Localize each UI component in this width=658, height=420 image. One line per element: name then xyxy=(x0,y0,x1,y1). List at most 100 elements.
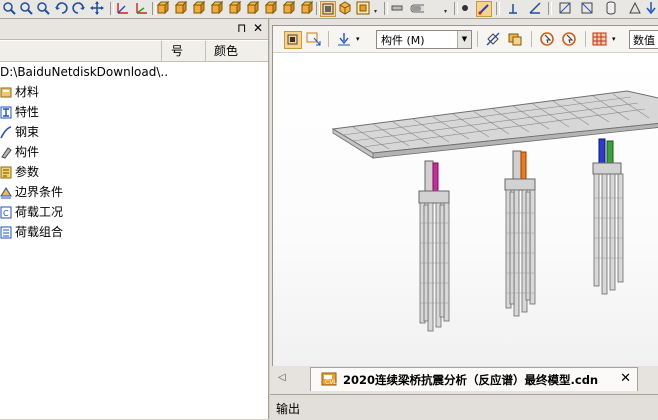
chevron-down-icon[interactable]: ▾ xyxy=(374,9,380,15)
value-display-field[interactable]: 数值 xyxy=(629,30,658,49)
perspective-icon[interactable] xyxy=(356,1,370,15)
view-right-icon[interactable] xyxy=(210,1,224,15)
view-type-select[interactable]: 构件 (M) ▼ xyxy=(376,30,472,49)
output-label: 输出 xyxy=(276,402,301,416)
chevron-down-icon[interactable]: ▾ xyxy=(356,31,364,47)
support-filter-icon[interactable] xyxy=(336,31,352,47)
tree-item-label: 边界条件 xyxy=(15,185,64,199)
panel-title-bar: ⊓ ✕ xyxy=(0,19,268,40)
toolbar-separator xyxy=(328,31,329,47)
rotate-right-icon[interactable] xyxy=(72,1,86,15)
tree-item-label: 荷载组合 xyxy=(15,225,64,239)
zoom-window-icon[interactable] xyxy=(2,1,16,15)
view-top-icon[interactable] xyxy=(228,1,242,15)
render-mode-icon[interactable] xyxy=(320,1,336,17)
close-icon[interactable]: ✕ xyxy=(620,371,631,386)
axis-xy-icon[interactable] xyxy=(116,1,130,15)
grid-icon[interactable] xyxy=(592,31,608,47)
tree-item-label: 材料 xyxy=(15,85,40,99)
zoom-in-icon[interactable] xyxy=(19,1,33,15)
select-mode-icon[interactable] xyxy=(284,31,302,49)
tree-item-label: 参数 xyxy=(15,165,40,179)
column-divider xyxy=(205,41,206,61)
element-display-icon[interactable] xyxy=(476,1,492,17)
svg-text:C: C xyxy=(3,209,9,218)
document-tab[interactable]: CVL 2020连续梁桥抗震分析（反应谱）最终模型.cdn ✕ xyxy=(310,367,638,391)
view-toolbar: ▾ 构件 (M) ▼ ▾ 数值 xyxy=(273,26,658,53)
column-divider xyxy=(161,41,162,61)
toolbar-separator xyxy=(477,31,478,47)
local-axis-icon[interactable] xyxy=(506,1,520,15)
parameters-icon xyxy=(0,165,12,179)
tree-root-path: D:\BaiduNetdiskDownload\.. xyxy=(0,65,169,79)
tree-item-label: 构件 xyxy=(15,145,40,159)
svg-text:CVL: CVL xyxy=(325,379,337,386)
column-header-number[interactable]: 号 xyxy=(171,43,183,59)
tendon-icon xyxy=(0,125,12,139)
tree-item-label: 特性 xyxy=(15,105,40,119)
view-front-icon[interactable] xyxy=(156,1,170,15)
document-file-icon: CVL xyxy=(321,371,337,390)
solid-box-icon[interactable] xyxy=(338,1,352,15)
value-display-label: 数值 xyxy=(633,34,655,47)
show-all-icon[interactable] xyxy=(507,31,523,47)
toolbar-separator xyxy=(585,31,586,47)
rotate-left-icon[interactable] xyxy=(54,1,68,15)
pier-3 xyxy=(592,138,624,295)
section-shape-2-icon[interactable] xyxy=(580,1,594,15)
output-panel-bar[interactable]: 输出 xyxy=(270,394,658,420)
pier-2 xyxy=(504,150,536,317)
shrink-element-icon[interactable] xyxy=(390,1,404,15)
pier-1 xyxy=(418,160,450,332)
tree-item-label: 荷载工况 xyxy=(15,205,64,219)
materials-icon xyxy=(0,85,12,98)
bridge-model-drawing xyxy=(331,90,658,332)
section-shape-icon[interactable] xyxy=(558,1,572,15)
model-view-window: ▾ 构件 (M) ▼ ▾ 数值 xyxy=(272,25,658,367)
load-case-icon: C xyxy=(0,205,12,219)
chevron-down-icon[interactable]: ▾ xyxy=(444,9,450,15)
axis-z-icon[interactable] xyxy=(134,1,148,15)
display-toggle-icon[interactable] xyxy=(410,1,424,15)
toolbar-separator xyxy=(496,2,500,15)
boundary-icon xyxy=(0,185,12,199)
select-window-icon[interactable] xyxy=(306,31,322,47)
column-header-color[interactable]: 颜色 xyxy=(214,43,238,59)
deactivate-icon[interactable] xyxy=(561,31,577,47)
view-left-icon[interactable] xyxy=(192,1,206,15)
toolbar-separator xyxy=(548,2,552,15)
3d-model-viewport[interactable] xyxy=(273,53,658,366)
view-type-select-value: 构件 (M) xyxy=(381,34,425,47)
document-tab-label: 2020连续梁桥抗震分析（反应谱）最终模型.cdn xyxy=(343,373,599,387)
toolbar-separator xyxy=(110,2,114,15)
chevron-down-icon[interactable]: ▼ xyxy=(457,31,471,48)
chevron-down-icon[interactable]: ▾ xyxy=(612,31,620,47)
tab-scroll-left-icon[interactable]: ◁ xyxy=(278,372,286,383)
support-icon[interactable] xyxy=(628,1,642,15)
member-icon xyxy=(0,145,12,159)
view-bottom-icon[interactable] xyxy=(246,1,260,15)
arrow-down-icon[interactable] xyxy=(644,1,658,15)
load-combination-icon xyxy=(0,225,12,239)
cylinder-icon[interactable] xyxy=(604,1,618,15)
view-iso-3-icon[interactable] xyxy=(300,1,314,15)
model-tree-panel: ⊓ ✕ 号 颜色 D:\BaiduNetdiskDownload\.. 材料 特… xyxy=(0,19,269,419)
view-back-icon[interactable] xyxy=(174,1,188,15)
tree-item-label: 钢束 xyxy=(15,125,40,139)
column-header: 号 颜色 xyxy=(0,41,268,62)
activate-icon[interactable] xyxy=(539,31,555,47)
beta-angle-icon[interactable] xyxy=(528,1,542,15)
node-icon[interactable] xyxy=(458,1,472,15)
properties-icon xyxy=(0,105,12,119)
pan-icon[interactable] xyxy=(90,1,104,15)
toolbar-separator xyxy=(531,31,532,47)
document-tab-bar: ◁ CVL 2020连续梁桥抗震分析（反应谱）最终模型.cdn ✕ xyxy=(272,366,658,392)
toolbar-separator xyxy=(384,2,388,15)
view-iso-icon[interactable] xyxy=(264,1,278,15)
pin-icon[interactable]: ⊓ xyxy=(237,21,246,35)
main-toolbar: ▾ ▾ xyxy=(0,0,658,19)
hide-icon[interactable] xyxy=(485,31,501,47)
zoom-out-icon[interactable] xyxy=(36,1,50,15)
close-icon[interactable]: ✕ xyxy=(253,21,263,35)
view-iso-2-icon[interactable] xyxy=(282,1,296,15)
